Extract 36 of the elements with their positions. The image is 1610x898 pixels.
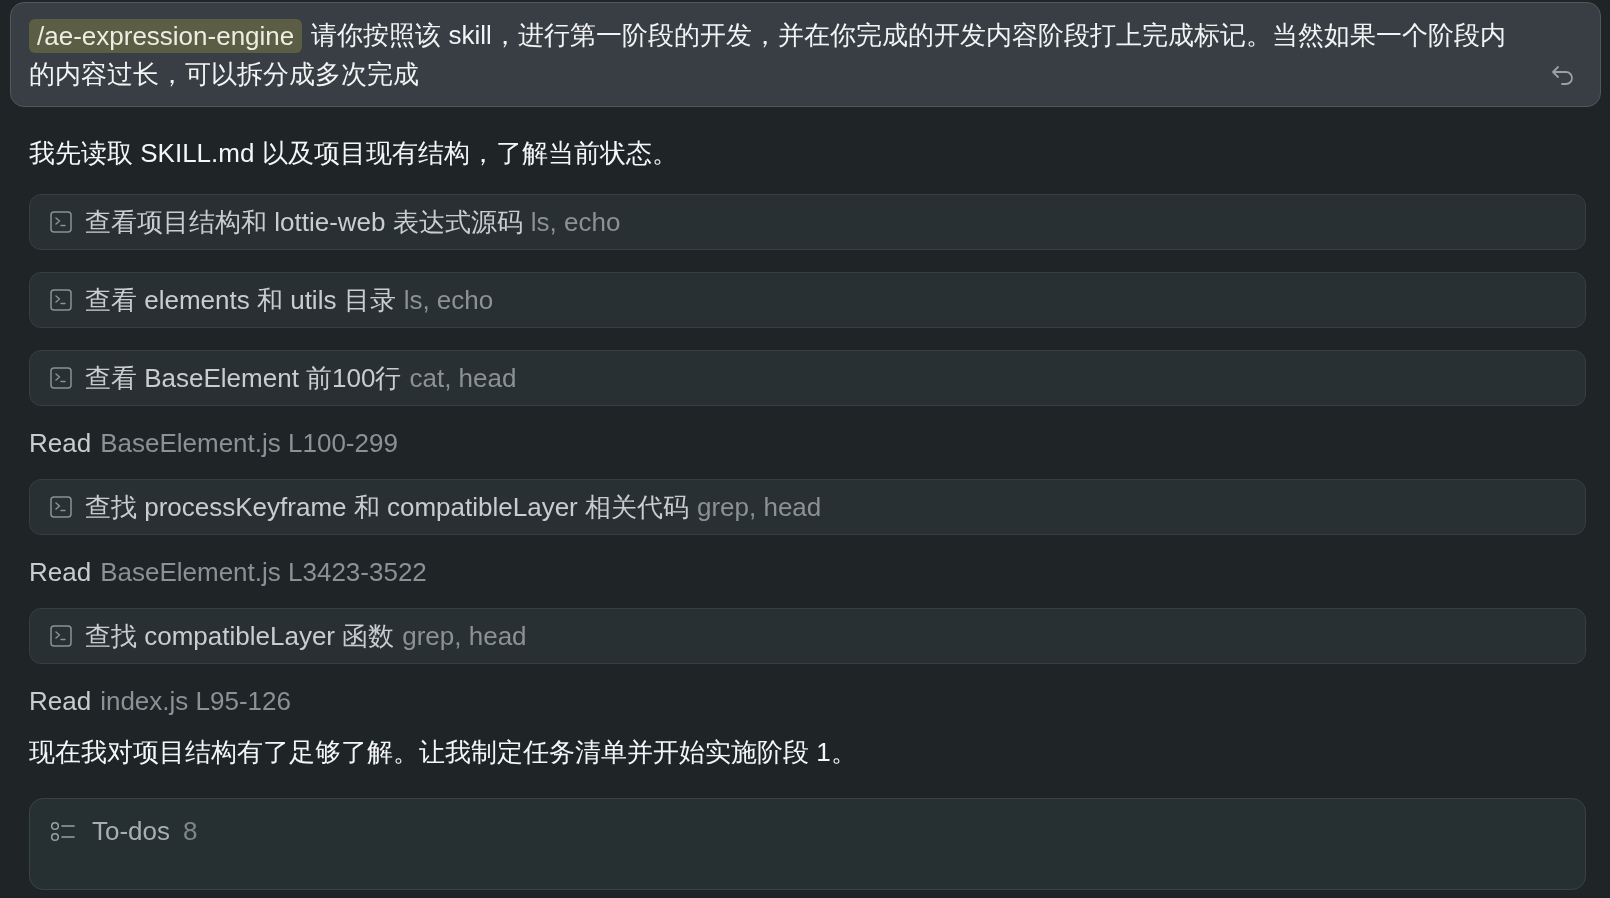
- file-range[interactable]: index.js L95-126: [100, 683, 291, 719]
- terminal-icon: [50, 496, 72, 518]
- command-step-row[interactable]: 查看 BaseElement 前100行 cat, head: [29, 350, 1586, 406]
- command-step-row[interactable]: 查找 processKeyframe 和 compatibleLayer 相关代码 grep, head: [29, 479, 1586, 535]
- todos-panel[interactable]: To-dos 8: [29, 798, 1586, 890]
- step-commands: grep, head: [696, 490, 822, 524]
- file-range[interactable]: BaseElement.js L100-299: [100, 425, 398, 461]
- file-range[interactable]: BaseElement.js L3423-3522: [100, 554, 427, 590]
- list-icon: [50, 820, 76, 843]
- step-title: 查找 compatibleLayer 函数: [85, 619, 395, 653]
- terminal-icon: [50, 211, 72, 233]
- command-step-row[interactable]: 查找 compatibleLayer 函数 grep, head: [29, 608, 1586, 664]
- todos-label: To-dos: [92, 815, 171, 848]
- message-text: 的内容过长，可以拆分成多次完成: [29, 58, 419, 91]
- terminal-icon: [50, 625, 72, 647]
- command-step-row[interactable]: 查看项目结构和 lottie-web 表达式源码 ls, echo: [29, 194, 1586, 250]
- assistant-message: 我先读取 SKILL.md 以及项目现有结构，了解当前状态。: [29, 137, 679, 170]
- undo-icon[interactable]: [1550, 64, 1576, 88]
- step-title: 查看 elements 和 utils 目录: [85, 283, 396, 317]
- read-label: Read: [29, 427, 92, 460]
- step-title: 查看项目结构和 lottie-web 表达式源码: [85, 205, 523, 239]
- step-commands: ls, echo: [530, 205, 621, 239]
- assistant-message: 现在我对项目结构有了足够了解。让我制定任务清单并开始实施阶段 1。: [29, 736, 858, 769]
- command-step-row[interactable]: 查看 elements 和 utils 目录 ls, echo: [29, 272, 1586, 328]
- terminal-icon: [50, 367, 72, 389]
- todos-count: 8: [183, 815, 198, 848]
- read-label: Read: [29, 685, 92, 718]
- terminal-icon: [50, 289, 72, 311]
- read-label: Read: [29, 556, 92, 589]
- step-title: 查找 processKeyframe 和 compatibleLayer 相关代码: [85, 490, 689, 524]
- step-commands: cat, head: [409, 361, 517, 395]
- skill-mention[interactable]: /ae-expression-engine: [29, 18, 303, 53]
- message-text: 请你按照该 skill，进行第一阶段的开发，并在你完成的开发内容阶段打上完成标记。当然如果一个阶段内: [311, 19, 1506, 52]
- step-commands: ls, echo: [403, 283, 494, 317]
- step-title: 查看 BaseElement 前100行: [85, 361, 402, 395]
- step-commands: grep, head: [402, 619, 527, 653]
